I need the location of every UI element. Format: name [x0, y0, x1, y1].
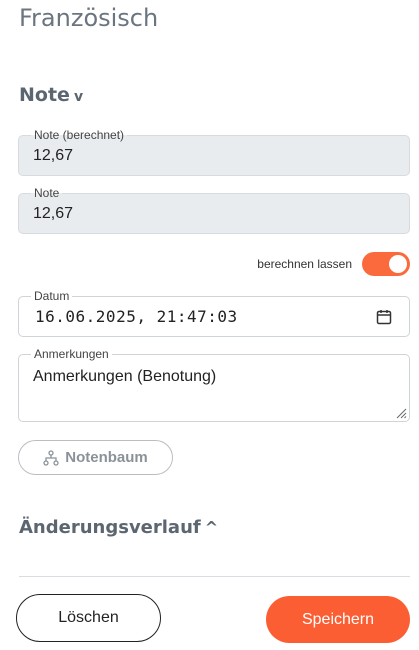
history-section-toggle[interactable]: Änderungsverlauf ^ — [19, 517, 218, 538]
note-section-heading: Note — [19, 84, 70, 106]
save-button[interactable]: Speichern — [266, 596, 410, 643]
remarks-label: Anmerkungen — [31, 347, 112, 361]
note-field[interactable]: Note 12,67 — [18, 186, 410, 234]
calculate-toggle-row: berechnen lassen — [257, 252, 410, 276]
date-label: Datum — [31, 289, 73, 303]
note-calculated-label: Note (berechnet) — [31, 128, 128, 142]
note-calculated-value: 12,67 — [33, 147, 74, 164]
notenbaum-label: Notenbaum — [65, 449, 148, 466]
notenbaum-button[interactable]: Notenbaum — [18, 440, 173, 475]
note-label: Note — [31, 186, 63, 200]
note-calculated-field: Note (berechnet) 12,67 — [18, 128, 410, 176]
history-section-heading: Änderungsverlauf — [19, 517, 201, 538]
toggle-knob — [389, 255, 407, 273]
calculate-toggle-switch[interactable] — [362, 252, 410, 276]
remarks-field[interactable]: Anmerkungen Anmerkungen (Benotung) — [18, 347, 410, 422]
chevron-up-icon: ^ — [204, 518, 219, 537]
hierarchy-icon — [43, 449, 59, 466]
divider — [19, 576, 410, 577]
delete-button[interactable]: Löschen — [16, 594, 161, 642]
remarks-placeholder: Anmerkungen (Benotung) — [33, 368, 217, 385]
calendar-icon[interactable] — [376, 309, 392, 325]
date-value[interactable]: 16.06.2025, 21:47:03 — [35, 307, 238, 326]
page-title: Französisch — [19, 4, 159, 32]
note-section-toggle[interactable]: Note v — [19, 84, 83, 106]
date-field[interactable]: Datum 16.06.2025, 21:47:03 — [18, 289, 410, 337]
resize-handle-icon[interactable] — [395, 407, 407, 419]
note-value: 12,67 — [33, 205, 74, 222]
calculate-toggle-label: berechnen lassen — [257, 257, 352, 271]
chevron-down-icon: v — [73, 89, 84, 105]
